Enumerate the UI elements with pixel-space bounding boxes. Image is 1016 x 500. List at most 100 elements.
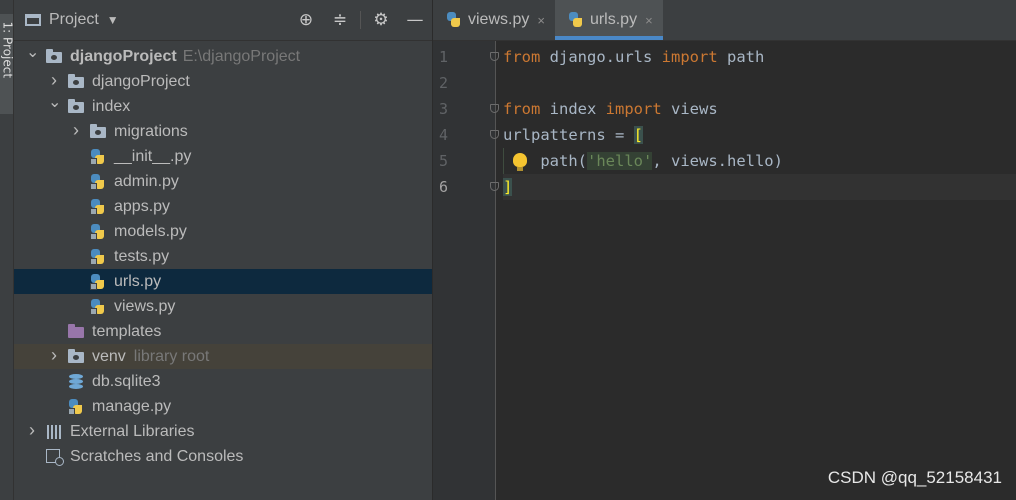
tree-item-text: db.sqlite3 (92, 373, 161, 390)
tree-item[interactable]: › migrations (14, 119, 432, 144)
tree-item[interactable]: templates (14, 319, 432, 344)
editor-tabs: views.py × urls.py × (433, 0, 1016, 41)
python-file-icon (90, 274, 106, 290)
code-line[interactable]: from django.urls import path (490, 44, 1016, 70)
project-panel-header: Project ▼ ⊕ ≑ ⚙ — (14, 0, 432, 41)
chevron-right-icon[interactable]: › (26, 418, 38, 443)
tree-item[interactable]: manage.py (14, 394, 432, 419)
tab-views-py[interactable]: views.py × (433, 0, 555, 40)
tree-item-text: models.py (114, 223, 187, 240)
python-file-icon (90, 199, 106, 215)
tab-label: urls.py (589, 11, 638, 28)
code-line[interactable]: from index import views (490, 96, 1016, 122)
project-tool-tab[interactable]: 1: Project (0, 14, 15, 114)
folder-icon (46, 49, 62, 63)
locate-icon[interactable]: ⊕ (289, 10, 323, 30)
chevron-right-icon[interactable]: › (48, 343, 60, 368)
tree-item-label: __init__.py (114, 144, 191, 169)
chevron-down-icon: ▼ (106, 13, 119, 27)
line-number: 5 (439, 152, 449, 170)
tree-item-text: djangoProject (92, 73, 190, 90)
tree-item[interactable]: ⌄ index (14, 94, 432, 119)
fold-marker-icon[interactable] (490, 130, 499, 139)
code-editor[interactable]: from django.urls import path from index … (490, 44, 1016, 200)
tree-item[interactable]: models.py (14, 219, 432, 244)
python-file-icon (568, 12, 584, 28)
watermark: CSDN @qq_52158431 (827, 468, 1002, 487)
tree-item-label: db.sqlite3 (92, 369, 161, 394)
fold-marker-icon[interactable] (490, 182, 499, 191)
tree-item-text: djangoProject (70, 48, 177, 65)
collapse-all-icon[interactable]: ≑ (323, 10, 357, 30)
tree-item-label: models.py (114, 219, 187, 244)
tree-item-text: apps.py (114, 198, 171, 215)
tab-label: views.py (468, 11, 530, 28)
matched-bracket: ] (503, 178, 513, 196)
tree-item[interactable]: ⌄ djangoProject E:\djangoProject (14, 44, 432, 69)
tree-item[interactable]: › djangoProject (14, 69, 432, 94)
keyword: from (503, 48, 541, 66)
tree-item-label: templates (92, 319, 161, 344)
chevron-right-icon[interactable]: › (70, 118, 82, 143)
tree-item-text: tests.py (114, 248, 170, 265)
tree-item[interactable]: Scratches and Consoles (14, 444, 432, 469)
python-file-icon (446, 12, 462, 28)
project-title: Project (49, 11, 99, 28)
fold-marker-icon[interactable] (490, 104, 499, 113)
close-icon[interactable]: × (645, 13, 653, 28)
project-view-selector[interactable]: Project ▼ (25, 11, 119, 29)
python-file-icon (90, 299, 106, 315)
tree-item-label: Scratches and Consoles (70, 444, 243, 469)
lightbulb-icon[interactable] (513, 153, 527, 171)
function-call: path( (540, 152, 587, 170)
toolbar-divider (360, 11, 361, 29)
folder-icon (68, 349, 84, 363)
tree-item[interactable]: apps.py (14, 194, 432, 219)
editor-area: views.py × urls.py × 1 2 3 4 5 6 from dj… (433, 0, 1016, 500)
fold-marker-icon[interactable] (490, 52, 499, 61)
gear-icon[interactable]: ⚙ (364, 10, 398, 30)
tree-item-label: External Libraries (70, 419, 195, 444)
chevron-down-icon[interactable]: ⌄ (48, 90, 61, 115)
line-number: 4 (439, 126, 449, 144)
code-line-current[interactable]: ] (490, 174, 1016, 200)
module-name: django.urls (540, 48, 662, 66)
tree-item-text: migrations (114, 123, 188, 140)
string-literal: 'hello' (587, 152, 653, 170)
tree-item[interactable]: db.sqlite3 (14, 369, 432, 394)
python-file-icon (68, 399, 84, 415)
tree-item[interactable]: __init__.py (14, 144, 432, 169)
code-line[interactable]: urlpatterns = [ (490, 122, 1016, 148)
keyword: import (661, 48, 718, 66)
tree-item[interactable]: admin.py (14, 169, 432, 194)
tool-window-strip: 1: Project (0, 0, 15, 500)
tree-item[interactable]: › venv library root (14, 344, 432, 369)
tree-item-label: manage.py (92, 394, 171, 419)
tree-item-text: manage.py (92, 398, 172, 415)
call-args: , views.hello) (652, 152, 783, 170)
code-line[interactable]: path('hello', views.hello) (503, 148, 1016, 174)
tree-item[interactable]: urls.py (14, 269, 432, 294)
tree-item-meta: library root (133, 348, 210, 365)
tree-item[interactable]: tests.py (14, 244, 432, 269)
tree-item[interactable]: › External Libraries (14, 419, 432, 444)
line-numbers: 1 2 3 4 5 6 (433, 44, 495, 200)
code-line[interactable] (503, 70, 1016, 96)
close-icon[interactable]: × (537, 13, 545, 28)
tree-item[interactable]: views.py (14, 294, 432, 319)
module-name: index (540, 100, 606, 118)
tree-item-text: admin.py (114, 173, 179, 190)
tab-urls-py[interactable]: urls.py × (554, 0, 663, 40)
minimize-icon[interactable]: — (398, 10, 432, 30)
tree-item-label: apps.py (114, 194, 170, 219)
variable-assignment: urlpatterns = (503, 126, 634, 144)
python-file-icon (90, 249, 106, 265)
python-file-icon (90, 174, 106, 190)
chevron-down-icon[interactable]: ⌄ (26, 40, 39, 65)
scratches-icon (46, 449, 64, 466)
tree-item-label: venv library root (92, 344, 209, 369)
project-panel: Project ▼ ⊕ ≑ ⚙ — ⌄ djangoProject E:\djang… (14, 0, 433, 500)
project-tool-label: 1: Project (0, 21, 15, 79)
keyword: import (605, 100, 662, 118)
tree-item-label: admin.py (114, 169, 179, 194)
